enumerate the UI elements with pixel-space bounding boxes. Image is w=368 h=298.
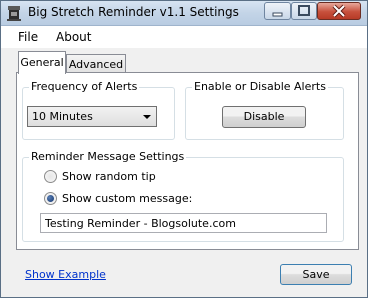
alerts-legend: Enable or Disable Alerts xyxy=(192,80,328,93)
menu-about[interactable]: About xyxy=(56,30,91,44)
maximize-button[interactable] xyxy=(291,2,317,20)
show-example-link[interactable]: Show Example xyxy=(25,268,106,281)
minimize-icon xyxy=(272,12,283,17)
maximize-icon xyxy=(298,5,310,16)
message-legend: Reminder Message Settings xyxy=(29,150,187,163)
close-icon xyxy=(332,4,346,18)
chevron-down-icon xyxy=(143,115,151,119)
frequency-value: 10 Minutes xyxy=(32,110,93,123)
custom-message-radio[interactable] xyxy=(44,192,57,205)
frequency-dropdown[interactable]: 10 Minutes xyxy=(27,106,157,127)
app-icon xyxy=(7,6,21,21)
random-tip-radio[interactable] xyxy=(44,170,57,183)
tab-strip: General Advanced xyxy=(1,48,367,74)
tab-general[interactable]: General xyxy=(18,51,66,74)
title-bar[interactable]: Big Stretch Reminder v1.1 Settings xyxy=(1,1,367,26)
menu-bar: File About xyxy=(1,26,367,48)
minimize-button[interactable] xyxy=(264,2,291,20)
random-tip-label[interactable]: Show random tip xyxy=(62,170,156,183)
custom-message-input[interactable] xyxy=(41,214,319,232)
menu-file[interactable]: File xyxy=(18,30,38,44)
custom-message-label[interactable]: Show custom message: xyxy=(62,192,192,205)
window-title: Big Stretch Reminder v1.1 Settings xyxy=(28,5,239,19)
frequency-legend: Frequency of Alerts xyxy=(29,80,140,93)
custom-message-box[interactable] xyxy=(40,213,327,233)
tab-advanced[interactable]: Advanced xyxy=(66,54,126,74)
save-button[interactable]: Save xyxy=(280,264,352,285)
disable-button[interactable]: Disable xyxy=(222,106,306,128)
close-button[interactable] xyxy=(317,2,361,20)
